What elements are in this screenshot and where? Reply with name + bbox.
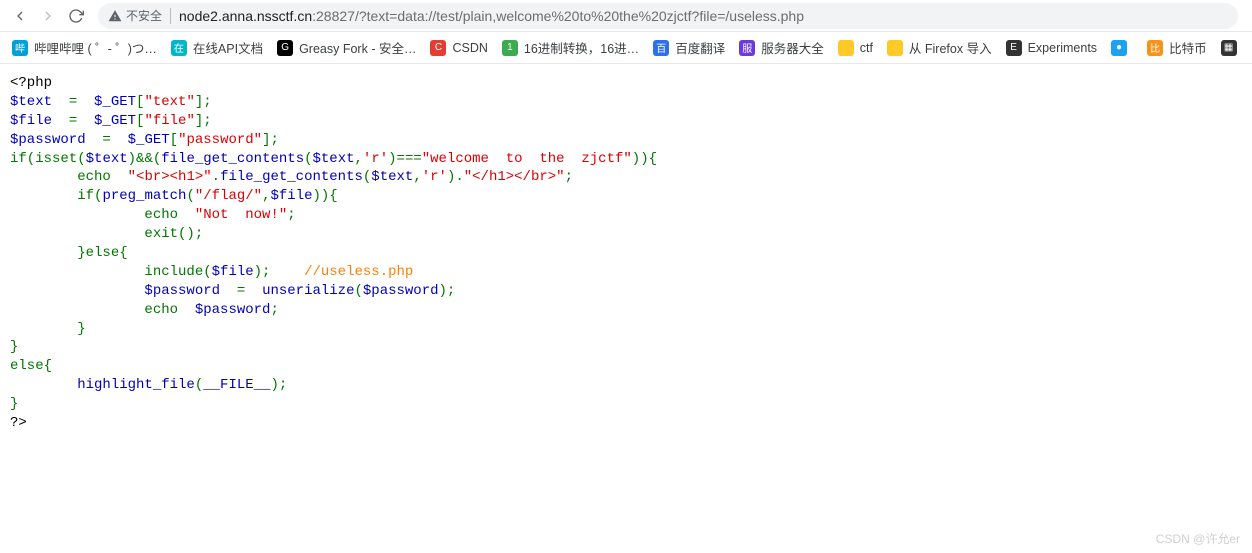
bookmark-overflow[interactable]: ▦ — [1215, 37, 1249, 59]
bookmark-item[interactable]: 百百度翻译 — [647, 35, 731, 60]
insecure-badge: 不安全 — [108, 7, 162, 24]
bookmarks-bar: 哔哔哩哔哩 ( ゜- ゜)つ…在在线API文档GGreasy Fork - 安全… — [0, 32, 1252, 64]
reload-button[interactable] — [62, 2, 90, 30]
divider — [170, 8, 171, 24]
bookmark-item[interactable]: CCSDN — [424, 37, 493, 59]
address-bar[interactable]: 不安全 node2.anna.nssctf.cn:28827/?text=dat… — [98, 3, 1238, 29]
url-text: node2.anna.nssctf.cn:28827/?text=data://… — [179, 8, 804, 24]
back-button[interactable] — [6, 2, 34, 30]
bookmark-item[interactable]: 服服务器大全 — [733, 35, 830, 60]
bookmark-item[interactable]: GGreasy Fork - 安全… — [271, 35, 422, 60]
insecure-label: 不安全 — [126, 7, 162, 24]
bookmark-item[interactable]: 哔哔哩哔哩 ( ゜- ゜)つ… — [6, 35, 163, 60]
bookmark-item[interactable]: 在在线API文档 — [165, 35, 269, 60]
bookmark-item[interactable]: EExperiments — [1000, 37, 1103, 59]
browser-toolbar: 不安全 node2.anna.nssctf.cn:28827/?text=dat… — [0, 0, 1252, 32]
bookmark-item[interactable]: 比比特币 — [1141, 35, 1213, 60]
forward-button[interactable] — [34, 2, 62, 30]
bookmark-item[interactable]: ctf — [832, 37, 879, 59]
bookmark-item[interactable]: 116进制转换，16进… — [496, 35, 645, 60]
page-content: <?php $text = $_GET["text"]; $file = $_G… — [0, 64, 1252, 443]
watermark: CSDN @许允er — [1156, 530, 1240, 547]
bookmark-item[interactable]: 从 Firefox 导入 — [881, 35, 998, 60]
bookmark-item[interactable]: ● — [1105, 37, 1139, 59]
